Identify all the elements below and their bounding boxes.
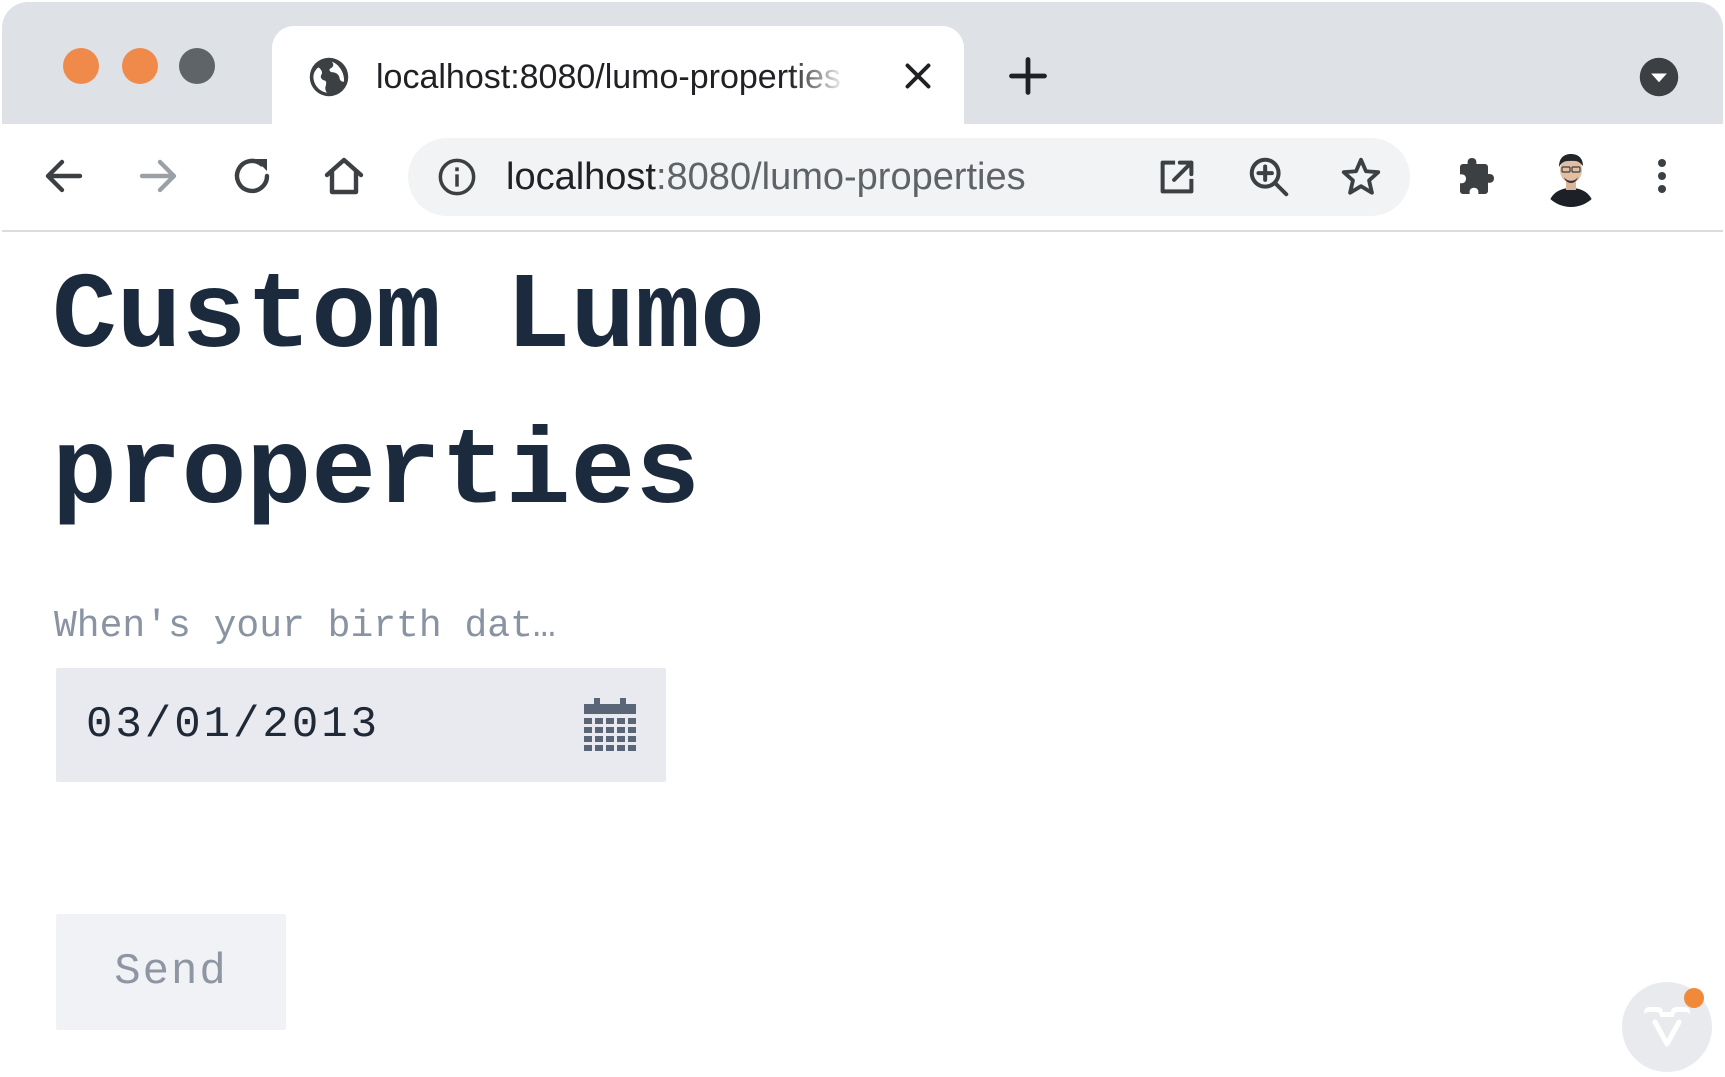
birth-date-picker[interactable] [56,668,666,782]
open-external-icon[interactable] [1154,154,1200,200]
date-field-label: When's your birth dat… [54,605,556,648]
info-icon[interactable] [436,156,478,198]
bookmark-star-icon[interactable] [1338,154,1384,200]
home-icon[interactable] [320,152,368,200]
tab-strip: localhost:8080/lumo-properties [2,2,1723,124]
window-close-button[interactable] [63,48,99,84]
url-host: localhost [506,156,656,198]
window-minimize-button[interactable] [122,48,158,84]
send-button[interactable]: Send [56,914,286,1030]
globe-icon [309,57,349,97]
back-arrow-icon[interactable] [40,152,88,200]
profile-avatar-icon [1548,154,1594,207]
zoom-in-icon[interactable] [1246,154,1292,200]
address-bar[interactable]: localhost:8080/lumo-properties [408,138,1410,216]
more-menu-icon[interactable] [1638,152,1686,200]
close-icon[interactable] [900,58,936,94]
extensions-puzzle-icon[interactable] [1452,152,1500,200]
calendar-icon[interactable] [584,698,636,752]
tab-title: localhost:8080/lumo-properties [376,58,841,96]
new-tab-icon[interactable] [1006,54,1050,98]
page-title: Custom Lumo properties [52,257,765,535]
forward-arrow-icon[interactable] [134,152,182,200]
vaadin-dev-badge[interactable] [1622,982,1712,1072]
browser-toolbar: localhost:8080/lumo-properties [2,124,1723,232]
date-input[interactable] [86,698,566,752]
tab-search-icon[interactable] [1638,56,1680,98]
browser-window: localhost:8080/lumo-properties localhost… [2,2,1723,1075]
url-path: :8080/lumo-properties [655,156,1026,198]
browser-tab[interactable]: localhost:8080/lumo-properties [272,26,964,124]
page-content: Custom Lumo properties When's your birth… [2,232,1723,1075]
reload-icon[interactable] [228,152,276,200]
profile-avatar[interactable] [1540,145,1602,207]
notification-dot [1684,988,1704,1008]
window-maximize-button[interactable] [179,48,215,84]
url-text[interactable]: localhost:8080/lumo-properties [506,152,1026,202]
